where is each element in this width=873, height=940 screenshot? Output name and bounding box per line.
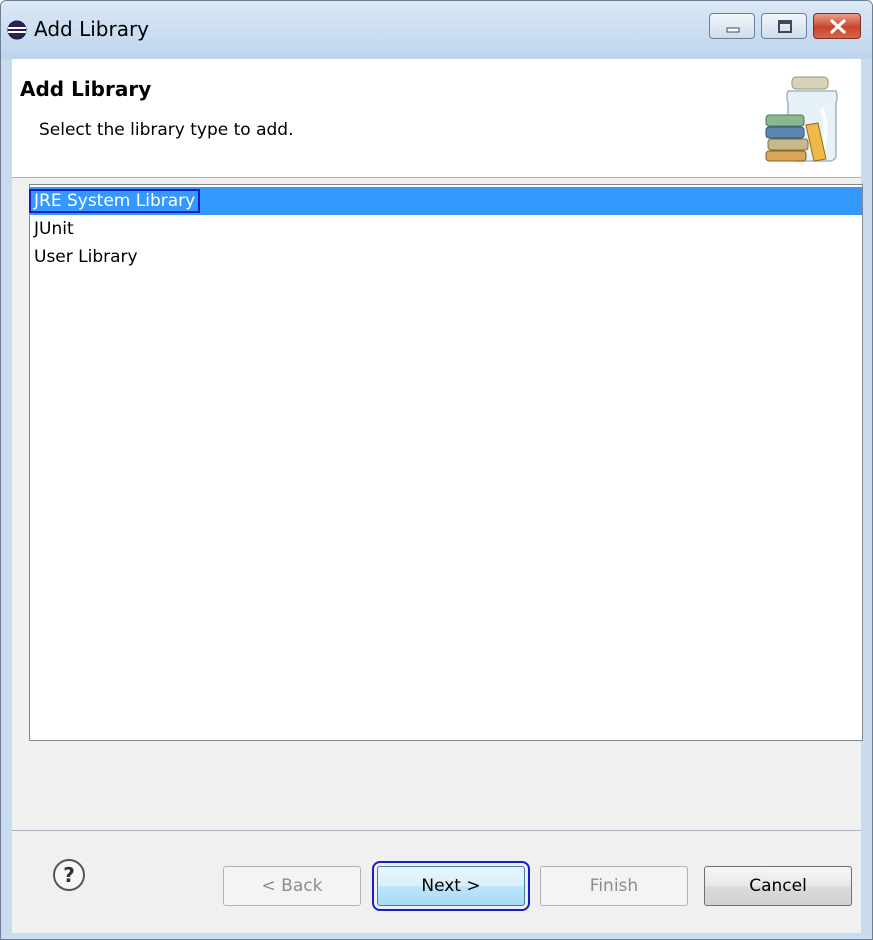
list-item-junit[interactable]: JUnit [30,215,862,243]
list-item-label: User Library [34,247,138,267]
add-library-dialog: Add Library Add Library Select the libra… [0,0,873,940]
page-description: Select the library type to add. [39,120,294,140]
library-jar-icon [762,75,846,163]
close-icon [830,19,846,34]
eclipse-icon [7,20,27,40]
list-item-label: JUnit [34,219,74,239]
minimize-button[interactable] [709,13,755,39]
title-bar[interactable]: Add Library [1,1,872,59]
back-button[interactable]: < Back [223,866,361,906]
button-bar: ? < Back Next > Finish Cancel [12,830,861,933]
list-item-jre-system-library[interactable]: JRE System Library [28,187,862,215]
list-item-label: JRE System Library [28,189,201,213]
cancel-button[interactable]: Cancel [704,866,852,906]
wizard-banner: Add Library Select the library type to a… [12,59,861,178]
close-button[interactable] [813,13,861,39]
maximize-button[interactable] [761,13,807,39]
finish-button[interactable]: Finish [540,866,688,906]
window-title: Add Library [34,17,150,41]
list-item-user-library[interactable]: User Library [30,243,862,271]
content-area: JRE System Library JUnit User Library [12,178,863,830]
help-icon[interactable]: ? [52,858,86,892]
next-button[interactable]: Next > [372,861,530,911]
page-title: Add Library [20,77,152,101]
library-type-list[interactable]: JRE System Library JUnit User Library [28,184,863,741]
svg-text:?: ? [63,863,75,887]
